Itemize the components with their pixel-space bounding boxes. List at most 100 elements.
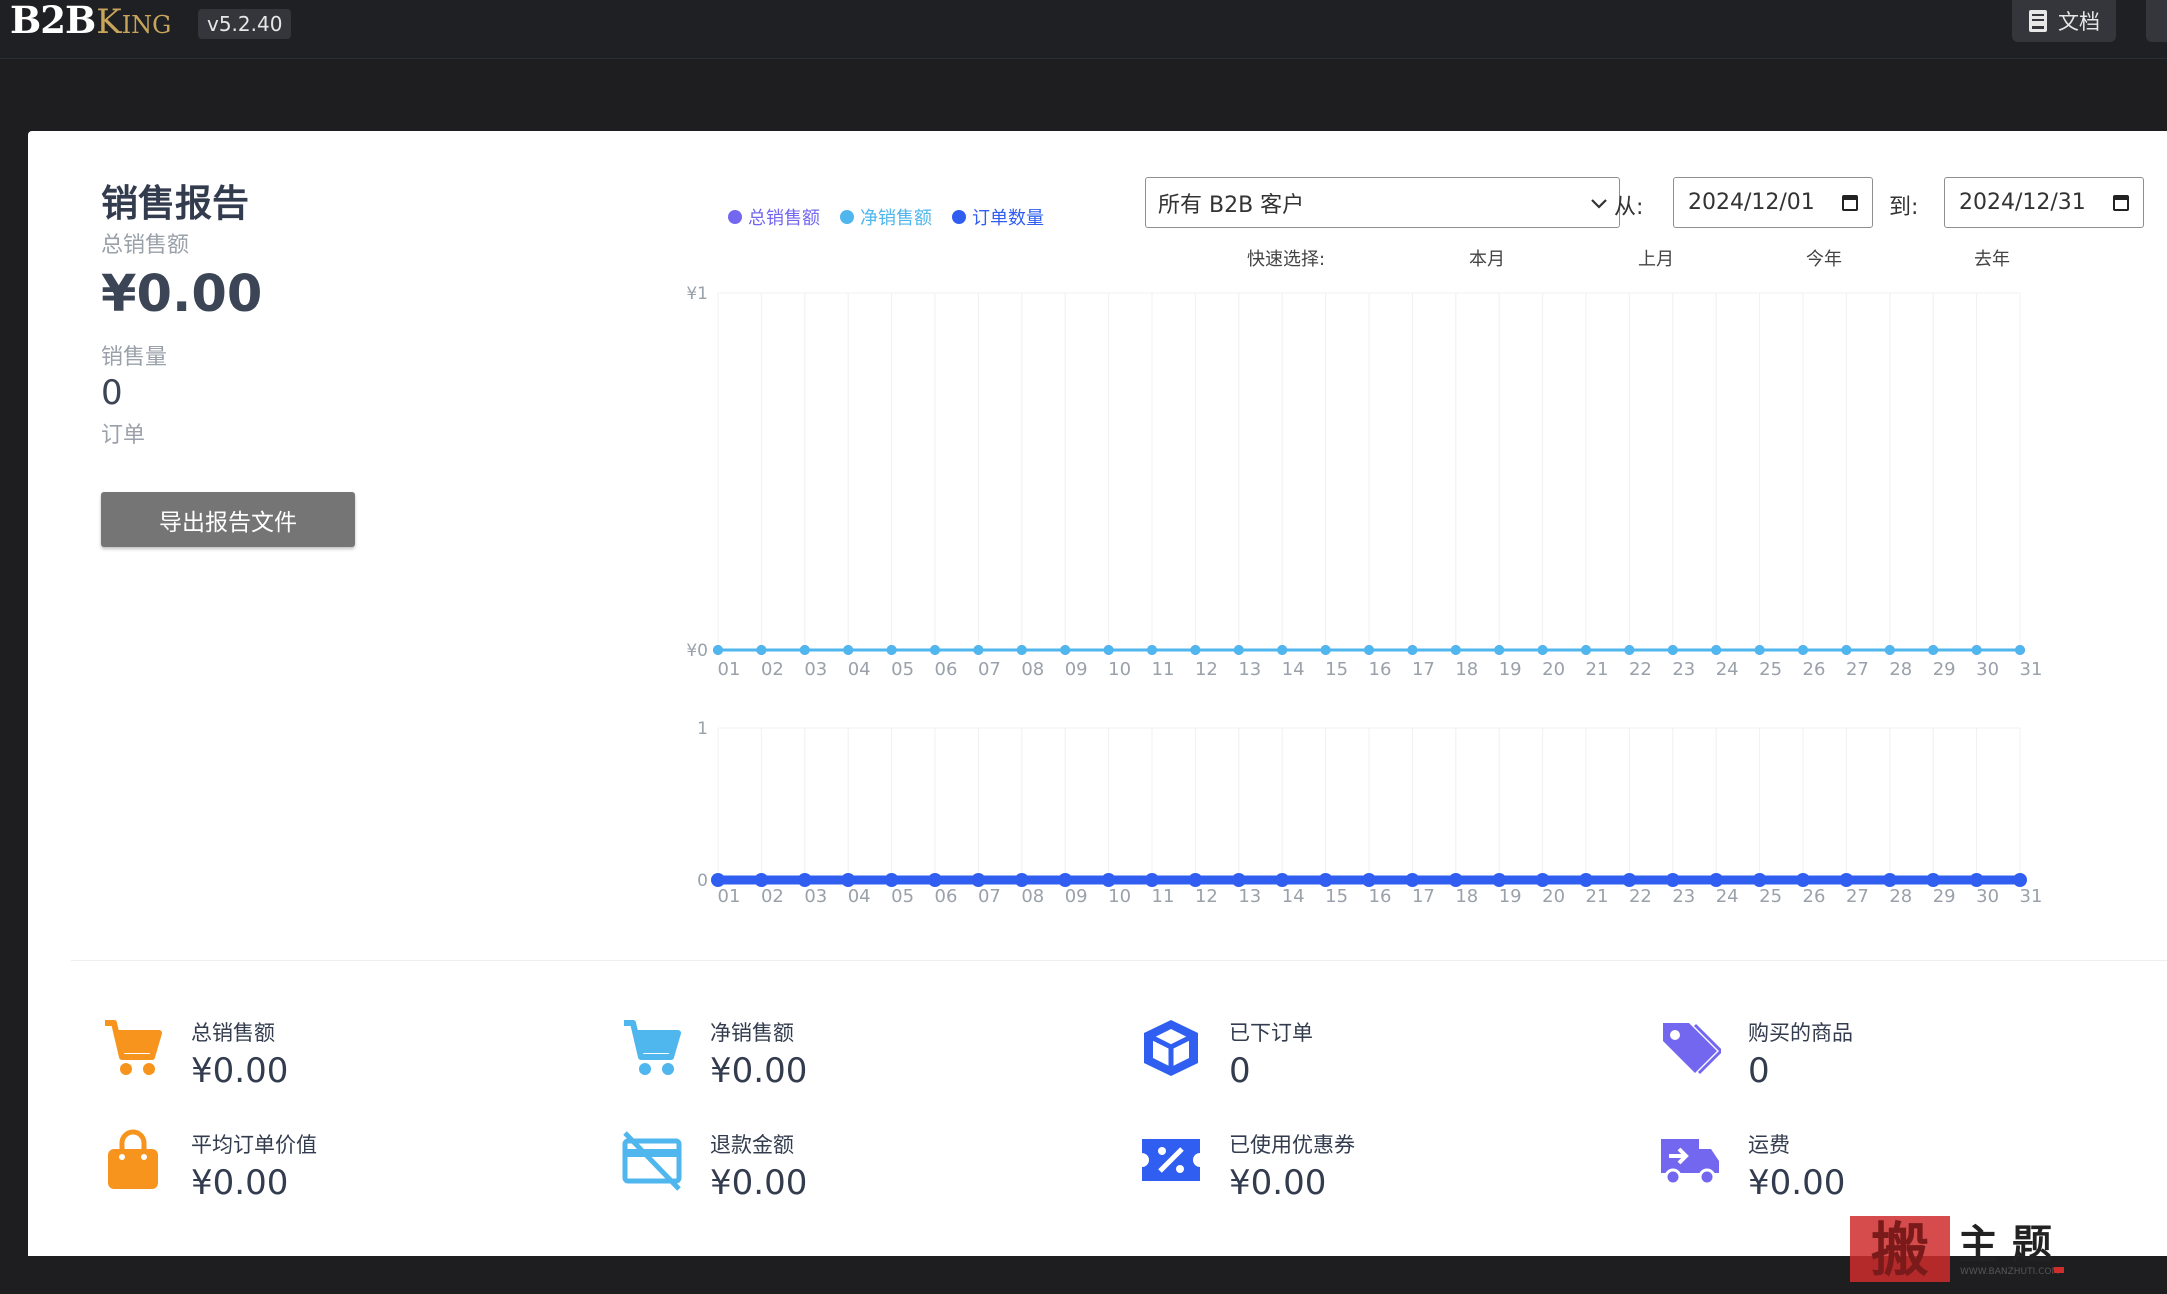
data-point bbox=[1971, 645, 1982, 655]
x-tick-label: 07 bbox=[978, 659, 1001, 680]
x-tick-label: 08 bbox=[1021, 659, 1044, 680]
stat-value: ¥0.00 bbox=[1748, 1163, 1846, 1203]
x-tick-label: 13 bbox=[1238, 659, 1261, 680]
x-tick-label: 03 bbox=[804, 886, 827, 907]
x-tick-label: 06 bbox=[935, 659, 958, 680]
x-tick-label: 14 bbox=[1282, 886, 1305, 907]
x-tick-label: 14 bbox=[1282, 659, 1305, 680]
data-point bbox=[1798, 645, 1808, 655]
svg-text:主 题: 主 题 bbox=[1958, 1221, 2052, 1268]
data-point bbox=[1231, 873, 1246, 887]
x-tick-label: 27 bbox=[1846, 886, 1869, 907]
divider bbox=[71, 960, 2167, 961]
stat-value: ¥0.00 bbox=[1229, 1163, 1327, 1203]
data-point bbox=[799, 645, 810, 655]
truck-icon bbox=[1659, 1129, 1721, 1191]
data-point bbox=[1275, 873, 1290, 887]
stat-card: 退款金额 ¥0.00 bbox=[621, 1129, 807, 1203]
x-tick-label: 25 bbox=[1759, 659, 1782, 680]
x-tick-label: 25 bbox=[1759, 886, 1782, 907]
data-point bbox=[756, 645, 767, 655]
stat-card: 净销售额 ¥0.00 bbox=[621, 1017, 807, 1091]
x-tick-label: 30 bbox=[1976, 659, 1999, 680]
x-tick-label: 06 bbox=[935, 886, 958, 907]
stat-label: 平均订单价值 bbox=[191, 1133, 317, 1157]
x-tick-label: 13 bbox=[1238, 886, 1261, 907]
data-point bbox=[1928, 645, 1939, 655]
x-tick-label: 15 bbox=[1325, 886, 1348, 907]
docs-button[interactable]: 文档 bbox=[2012, 0, 2116, 42]
x-tick-label: 18 bbox=[1455, 886, 1478, 907]
x-tick-label: 28 bbox=[1889, 886, 1912, 907]
stat-label: 已下订单 bbox=[1229, 1021, 1313, 1045]
stat-label: 运费 bbox=[1748, 1133, 1790, 1157]
x-tick-label: 05 bbox=[891, 659, 914, 680]
data-point bbox=[1190, 645, 1201, 655]
x-tick-label: 12 bbox=[1195, 886, 1218, 907]
data-point bbox=[1926, 873, 1941, 887]
x-tick-label: 17 bbox=[1412, 659, 1435, 680]
data-point bbox=[1796, 873, 1810, 887]
brand-logo[interactable]: B2B King bbox=[10, 0, 172, 42]
coupon-icon bbox=[1140, 1129, 1202, 1191]
data-point bbox=[711, 873, 725, 887]
x-tick-label: 29 bbox=[1933, 659, 1956, 680]
data-point bbox=[1103, 645, 1114, 655]
data-point bbox=[1882, 873, 1897, 887]
x-tick-label: 03 bbox=[804, 659, 827, 680]
data-point bbox=[1884, 645, 1895, 655]
x-tick-label: 27 bbox=[1846, 659, 1869, 680]
data-point bbox=[928, 873, 942, 887]
x-tick-label: 29 bbox=[1933, 886, 1956, 907]
x-tick-label: 22 bbox=[1629, 886, 1652, 907]
data-point bbox=[1362, 873, 1376, 887]
cart-icon bbox=[621, 1017, 683, 1079]
stat-text: 运费 ¥0.00 bbox=[1748, 1129, 1845, 1203]
data-point bbox=[797, 873, 812, 887]
stat-label: 总销售额 bbox=[191, 1021, 275, 1045]
logo-king: King bbox=[96, 2, 172, 42]
stat-label: 购买的商品 bbox=[1748, 1021, 1853, 1045]
stat-card: 购买的商品 0 bbox=[1659, 1017, 1853, 1091]
x-tick-label: 11 bbox=[1152, 886, 1175, 907]
y-tick-label: ¥1 bbox=[686, 284, 708, 304]
stat-label: 已使用优惠券 bbox=[1229, 1133, 1355, 1157]
watermark-url: WWW.BANZHUTI.COM bbox=[1960, 1267, 2059, 1277]
stat-card: 运费 ¥0.00 bbox=[1659, 1129, 1845, 1203]
stat-value: ¥0.00 bbox=[710, 1051, 808, 1091]
data-point bbox=[1535, 873, 1550, 887]
x-tick-label: 01 bbox=[718, 659, 741, 680]
stat-card: 总销售额 ¥0.00 bbox=[102, 1017, 288, 1091]
x-tick-label: 02 bbox=[761, 659, 784, 680]
box-icon bbox=[1140, 1017, 1202, 1079]
data-point bbox=[1709, 873, 1724, 887]
x-tick-label: 21 bbox=[1586, 659, 1609, 680]
data-point bbox=[1233, 645, 1244, 655]
data-point bbox=[886, 645, 897, 655]
data-point bbox=[1405, 873, 1420, 887]
x-tick-label: 07 bbox=[978, 886, 1001, 907]
data-point bbox=[1407, 645, 1418, 655]
stat-value: 0 bbox=[1748, 1051, 1770, 1091]
x-tick-label: 18 bbox=[1455, 659, 1478, 680]
data-point bbox=[713, 645, 723, 655]
data-point bbox=[1969, 873, 1984, 887]
stat-value: ¥0.00 bbox=[710, 1163, 808, 1203]
data-point bbox=[1622, 873, 1637, 887]
y-tick-label: 1 bbox=[697, 719, 708, 739]
data-point bbox=[1752, 873, 1767, 887]
data-point bbox=[1711, 645, 1722, 655]
toolbar-button[interactable] bbox=[2146, 0, 2167, 42]
x-tick-label: 11 bbox=[1152, 659, 1175, 680]
x-tick-label: 16 bbox=[1369, 659, 1392, 680]
data-point bbox=[1145, 873, 1159, 887]
x-tick-label: 09 bbox=[1065, 659, 1088, 680]
data-point bbox=[1841, 645, 1852, 655]
data-point bbox=[1579, 873, 1593, 887]
data-point bbox=[1581, 645, 1591, 655]
tag-icon bbox=[1659, 1017, 1724, 1079]
watermark: 搬 主 题 WWW.BANZHUTI.COM bbox=[1850, 1212, 2082, 1290]
x-tick-label: 19 bbox=[1499, 659, 1522, 680]
x-tick-label: 24 bbox=[1716, 659, 1739, 680]
stat-label: 退款金额 bbox=[710, 1133, 794, 1157]
